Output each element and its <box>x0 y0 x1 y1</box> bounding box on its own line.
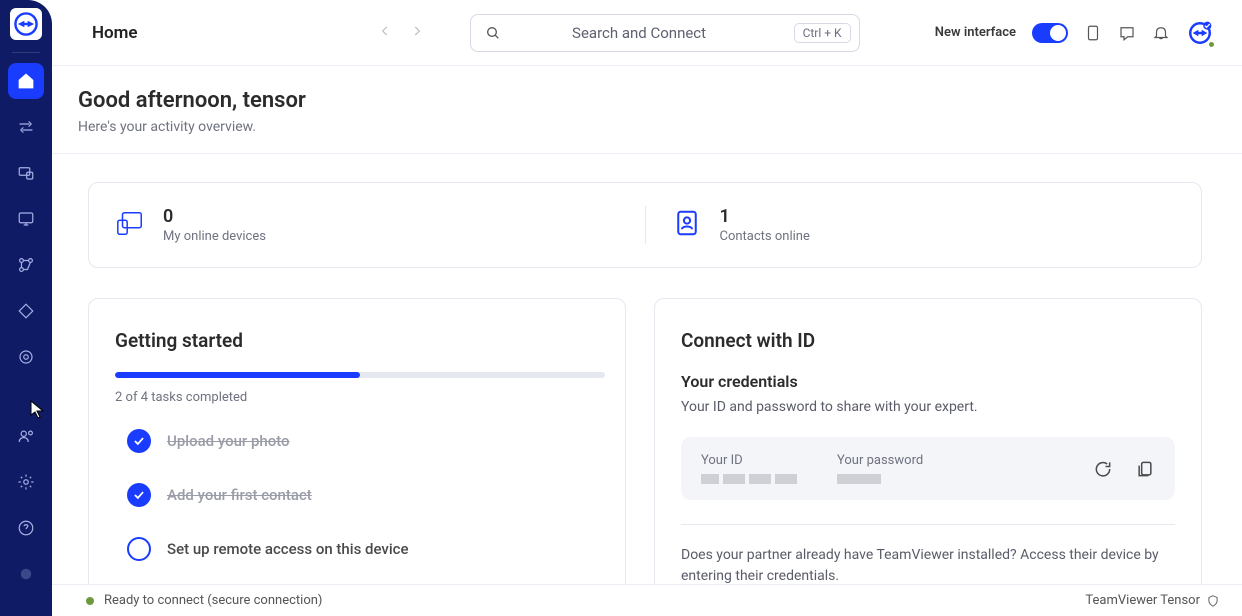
nav-admin[interactable] <box>8 339 44 375</box>
stat-contacts[interactable]: 1 Contacts online <box>646 206 1202 244</box>
contacts-count: 1 <box>720 206 810 227</box>
nav-remote-session[interactable] <box>8 109 44 145</box>
id-value[interactable] <box>701 474 797 484</box>
stat-devices[interactable]: 0 My online devices <box>89 206 646 244</box>
task-add-contact[interactable]: Add your first contact <box>115 483 599 507</box>
nav-remote-support[interactable] <box>8 201 44 237</box>
greeting: Good afternoon, tensor <box>78 88 1242 113</box>
nav-tag-icon[interactable] <box>8 293 44 329</box>
getting-started-card: Getting started 2 of 4 tasks completed U… <box>88 298 626 612</box>
nav-home[interactable] <box>8 63 44 99</box>
credentials-sub: Your ID and password to share with your … <box>681 399 1175 415</box>
status-dot-icon <box>86 597 94 605</box>
partner-text: Does your partner already have TeamViewe… <box>681 545 1175 587</box>
pw-value[interactable] <box>837 474 923 484</box>
header-block: Good afternoon, tensor Here's your activ… <box>52 66 1242 154</box>
separator <box>12 52 40 53</box>
contacts-label: Contacts online <box>720 229 810 244</box>
subgreeting: Here's your activity overview. <box>78 119 1242 135</box>
getting-started-title: Getting started <box>115 329 599 352</box>
devices-icon <box>115 208 145 242</box>
sidebar <box>0 0 52 616</box>
device-icon[interactable] <box>1084 24 1102 42</box>
nav-workflow[interactable] <box>8 247 44 283</box>
new-interface-toggle[interactable] <box>1032 23 1068 43</box>
task-label: Upload your photo <box>167 432 290 450</box>
teamviewer-logo <box>10 8 42 40</box>
search-placeholder: Search and Connect <box>511 24 794 42</box>
sidebar-bottom <box>8 418 44 616</box>
online-dot <box>1208 41 1215 48</box>
nav-back-icon[interactable] <box>378 24 392 42</box>
credentials-box: Your ID Your password <box>681 437 1175 500</box>
bell-icon[interactable] <box>1152 24 1170 42</box>
main-area: Home Search and Connect Ctrl + K New int… <box>52 0 1242 616</box>
stats-card: 0 My online devices 1 Contacts online <box>88 182 1202 268</box>
pw-label: Your password <box>837 453 923 468</box>
task-remote-access[interactable]: Set up remote access on this device <box>115 537 599 561</box>
contacts-icon <box>672 208 702 242</box>
shield-icon <box>1206 594 1220 608</box>
connect-title: Connect with ID <box>681 329 1175 352</box>
progress-bar <box>115 372 605 378</box>
credentials-heading: Your credentials <box>681 372 1175 391</box>
copy-icon[interactable] <box>1135 459 1155 479</box>
new-interface-label: New interface <box>935 25 1016 40</box>
product-name: TeamViewer Tensor <box>1085 593 1200 608</box>
refresh-icon[interactable] <box>1093 459 1113 479</box>
nav-user-management[interactable] <box>8 418 44 454</box>
devices-count: 0 <box>163 206 266 227</box>
topbar-right: New interface <box>935 19 1214 47</box>
nav-help[interactable] <box>8 510 44 546</box>
page-title: Home <box>92 23 138 43</box>
search-input[interactable]: Search and Connect Ctrl + K <box>470 14 860 52</box>
devices-label: My online devices <box>163 229 266 244</box>
check-icon <box>127 429 151 453</box>
account-badge[interactable] <box>1186 19 1214 47</box>
nav-more[interactable] <box>8 556 44 592</box>
nav-settings[interactable] <box>8 464 44 500</box>
empty-circle-icon <box>127 537 151 561</box>
nav-devices[interactable] <box>8 155 44 191</box>
status-text: Ready to connect (secure connection) <box>104 593 322 608</box>
connect-card: Connect with ID Your credentials Your ID… <box>654 298 1202 612</box>
nav-forward-icon[interactable] <box>410 24 424 42</box>
search-shortcut: Ctrl + K <box>794 23 851 43</box>
progress-text: 2 of 4 tasks completed <box>115 390 599 405</box>
content-scroll[interactable]: Good afternoon, tensor Here's your activ… <box>52 66 1242 616</box>
task-upload-photo[interactable]: Upload your photo <box>115 429 599 453</box>
task-label: Set up remote access on this device <box>167 540 409 558</box>
search-icon <box>485 25 501 41</box>
task-label: Add your first contact <box>167 486 312 504</box>
statusbar: Ready to connect (secure connection) Tea… <box>52 584 1242 616</box>
id-label: Your ID <box>701 453 797 468</box>
topbar: Home Search and Connect Ctrl + K New int… <box>52 0 1242 66</box>
separator <box>681 524 1175 525</box>
check-icon <box>127 483 151 507</box>
chat-icon[interactable] <box>1118 24 1136 42</box>
